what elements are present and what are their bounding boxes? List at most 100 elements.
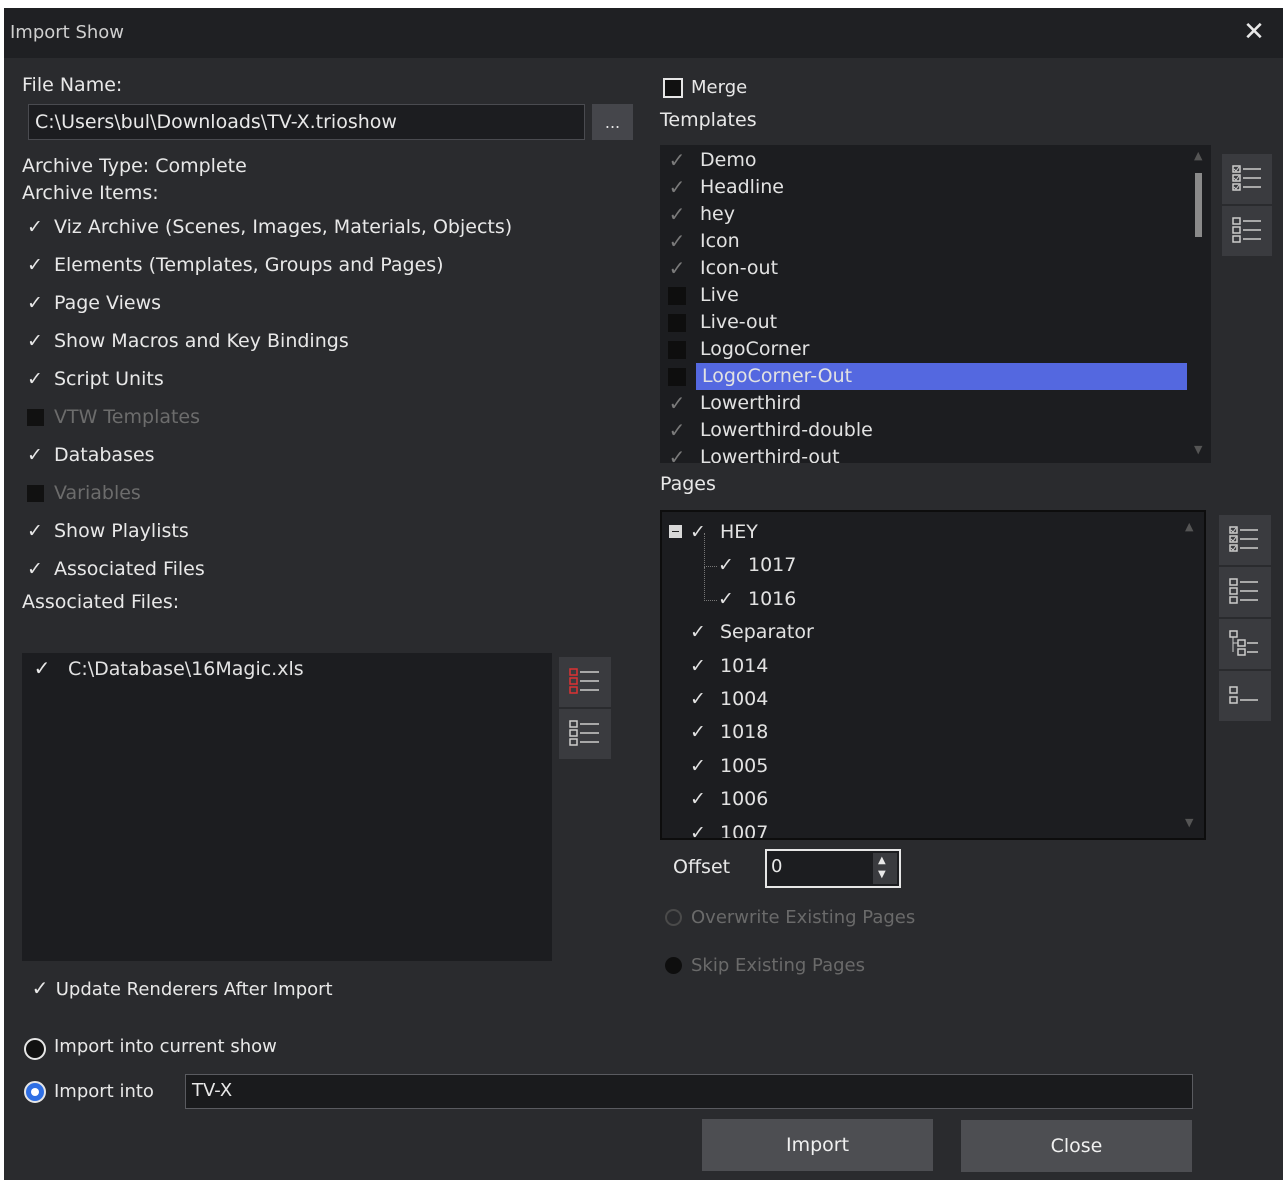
checkbox-unchecked-icon[interactable] [668, 341, 686, 359]
scroll-up-icon[interactable]: ▲ [1194, 149, 1202, 162]
update-renderers-checkbox[interactable]: ✓ Update Renderers After Import [30, 976, 333, 1000]
archive-item[interactable]: ✓ Associated Files [24, 555, 205, 583]
pages-label: Pages [660, 473, 716, 495]
page-item[interactable]: ✓ 1005 [690, 750, 768, 783]
scroll-up-icon[interactable]: ▲ [1185, 520, 1193, 533]
deselect-all-files-button[interactable] [559, 709, 611, 759]
checkbox-checked-icon[interactable]: ✓ [690, 750, 714, 783]
merge-checkbox[interactable] [663, 78, 683, 98]
import-into-input[interactable]: TV-X [185, 1074, 1193, 1109]
import-current-radio[interactable] [24, 1038, 46, 1060]
page-item[interactable]: ✓ 1018 [690, 716, 768, 749]
check-all-icon [1232, 165, 1261, 191]
checkbox-checked-icon[interactable]: ✓ [690, 783, 714, 816]
page-item[interactable]: ✓ 1007 [690, 817, 768, 838]
archive-item[interactable]: ✓ Show Macros and Key Bindings [24, 327, 349, 355]
template-item[interactable]: ✓ Lowerthird-double [660, 417, 1180, 444]
checkbox-checked-icon[interactable]: ✓ [666, 444, 688, 463]
template-item[interactable]: LogoCorner-Out [668, 363, 1187, 390]
spin-down-icon[interactable]: ▼ [878, 869, 886, 880]
pages-check-all-button[interactable] [1219, 515, 1271, 565]
close-button[interactable]: Close [961, 1120, 1192, 1172]
pages-expand-all-button[interactable] [1219, 619, 1271, 669]
import-into-radio[interactable] [24, 1081, 46, 1103]
checkbox-checked-icon[interactable]: ✓ [718, 549, 742, 582]
checkbox-unchecked-icon[interactable] [668, 314, 686, 332]
spin-up-icon[interactable]: ▲ [878, 855, 886, 866]
pages-uncheck-all-button[interactable] [1219, 567, 1271, 617]
page-item[interactable]: ✓ 1017 [718, 549, 796, 582]
checkbox-checked-icon[interactable]: ✓ [690, 650, 714, 683]
scroll-down-icon[interactable]: ▼ [1194, 443, 1202, 456]
checkbox-checked-icon: ✓ [27, 330, 43, 352]
select-all-files-button[interactable] [559, 657, 611, 707]
close-icon[interactable]: ✕ [1237, 14, 1271, 50]
page-item[interactable]: ✓ 1006 [690, 783, 768, 816]
checkbox-checked-icon[interactable]: ✓ [30, 653, 54, 683]
checkbox-checked-icon[interactable]: ✓ [666, 174, 688, 201]
checkbox-checked-icon[interactable]: ✓ [666, 201, 688, 228]
template-item[interactable]: ✓ hey [660, 201, 1180, 228]
browse-button[interactable]: ... [592, 104, 633, 140]
templates-scrollbar-thumb[interactable] [1195, 173, 1202, 237]
page-item[interactable]: ✓ 1016 [718, 583, 796, 616]
archive-item[interactable]: ✓ Show Playlists [24, 517, 189, 545]
archive-item[interactable]: ✓ Databases [24, 441, 155, 469]
templates-uncheck-all-button[interactable] [1222, 206, 1272, 256]
template-item[interactable]: ✓ Icon-out [660, 255, 1180, 282]
template-item[interactable]: Live-out [660, 309, 1180, 336]
archive-item[interactable]: Variables [24, 479, 141, 507]
template-label: hey [700, 203, 735, 225]
page-item[interactable]: ✓ Separator [690, 616, 814, 649]
checkbox-checked-icon[interactable]: ✓ [718, 583, 742, 616]
template-item[interactable]: ✓ Headline [660, 174, 1180, 201]
title-bar: Import Show ✕ [4, 8, 1283, 58]
checkbox-checked-icon[interactable]: ✓ [666, 228, 688, 255]
template-item[interactable]: ✓ Icon [660, 228, 1180, 255]
checkbox-unchecked-icon[interactable] [668, 368, 686, 386]
archive-item[interactable]: ✓ Script Units [24, 365, 164, 393]
expand-tree-icon [1229, 630, 1258, 656]
archive-item[interactable]: VTW Templates [24, 403, 200, 431]
pages-collapse-all-button[interactable] [1219, 671, 1271, 721]
checkbox-unchecked-icon [24, 479, 46, 507]
list-item[interactable]: ✓ C:\Database\16Magic.xls [30, 653, 304, 683]
checkbox-checked-icon[interactable]: ✓ [690, 616, 714, 649]
offset-stepper[interactable]: ▲ ▼ [873, 853, 897, 884]
collapse-toggle-icon[interactable] [669, 525, 682, 538]
page-item[interactable]: ✓ 1004 [690, 683, 768, 716]
archive-item[interactable]: ✓ Page Views [24, 289, 161, 317]
archive-item[interactable]: ✓ Viz Archive (Scenes, Images, Materials,… [24, 213, 512, 241]
template-item[interactable]: ✓ Lowerthird [660, 390, 1180, 417]
checkbox-checked-icon[interactable]: ✓ [666, 390, 688, 417]
overwrite-pages-label: Overwrite Existing Pages [691, 907, 916, 928]
template-item[interactable]: Live [660, 282, 1180, 309]
page-item[interactable]: ✓ HEY [690, 516, 758, 549]
template-item[interactable]: ✓ Demo [660, 147, 1180, 174]
archive-item[interactable]: ✓ Elements (Templates, Groups and Pages) [24, 251, 444, 279]
checkbox-checked-icon[interactable]: ✓ [666, 255, 688, 282]
collapse-tree-icon [1229, 686, 1258, 704]
page-item[interactable]: ✓ 1014 [690, 650, 768, 683]
file-name-input[interactable]: C:\Users\bul\Downloads\TV-X.trioshow [28, 104, 585, 140]
overwrite-pages-radio[interactable] [665, 909, 682, 926]
checkbox-checked-icon: ✓ [27, 444, 43, 466]
checkbox-checked-icon[interactable]: ✓ [666, 147, 688, 174]
page-label: 1017 [748, 554, 797, 577]
template-item[interactable]: LogoCorner [660, 336, 1180, 363]
import-button[interactable]: Import [702, 1119, 933, 1171]
offset-spinbox[interactable]: 0 ▲ ▼ [765, 849, 901, 888]
scroll-down-icon[interactable]: ▼ [1185, 816, 1193, 829]
checkbox-checked-icon[interactable]: ✓ [690, 817, 714, 838]
pages-tree[interactable]: ✓ HEY ✓ 1017 ✓ 1016 ✓ Separator ✓ 1014 ✓ 1004 ✓ 1018 ✓… [660, 510, 1206, 840]
template-item[interactable]: ✓ Lowerthird-out [660, 444, 1180, 463]
checkbox-checked-icon[interactable]: ✓ [690, 683, 714, 716]
templates-check-all-button[interactable] [1222, 154, 1272, 204]
associated-files-list[interactable]: ✓ C:\Database\16Magic.xls [22, 653, 552, 961]
page-label: HEY [720, 521, 758, 543]
checkbox-unchecked-icon[interactable] [668, 287, 686, 305]
skip-pages-radio[interactable] [665, 957, 682, 974]
checkbox-checked-icon[interactable]: ✓ [666, 417, 688, 444]
templates-list[interactable]: ✓ Demo ✓ Headline ✓ hey ✓ Icon ✓ Icon-out Live Live… [660, 145, 1211, 463]
checkbox-checked-icon[interactable]: ✓ [690, 716, 714, 749]
